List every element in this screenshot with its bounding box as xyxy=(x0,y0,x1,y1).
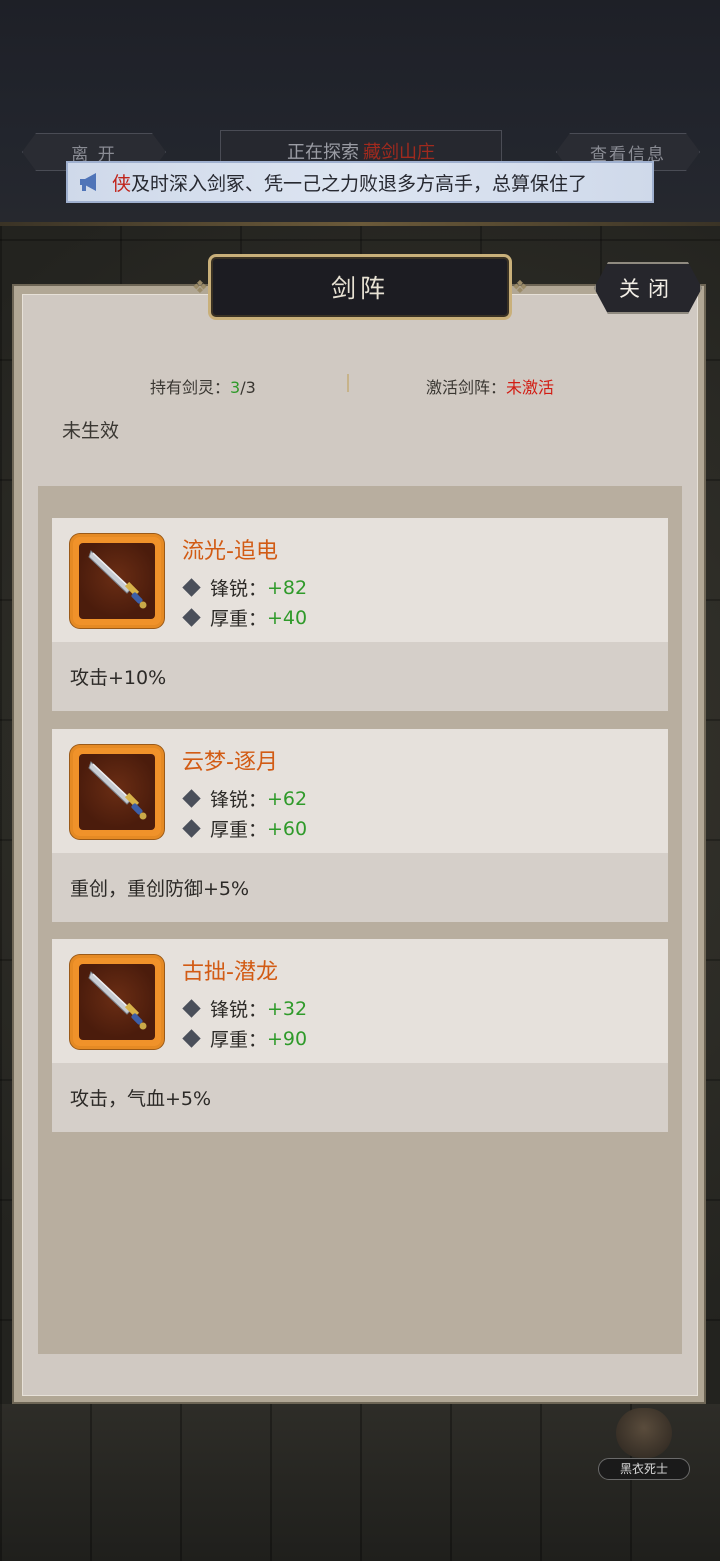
attr-sharpness: 锋锐： +82 xyxy=(182,574,307,601)
sword-name: 古拙-潜龙 xyxy=(182,960,278,985)
npc-name: 黑衣死士 xyxy=(598,1458,690,1480)
card-header: 云梦-逐月 锋锐： +62 厚重： +60 xyxy=(52,729,668,853)
title-ornament-right: ❖ xyxy=(511,277,529,298)
sword-card[interactable]: 云梦-逐月 锋锐： +62 厚重： +60 重创，重创防御+5% xyxy=(52,729,668,922)
sword-icon[interactable] xyxy=(70,745,164,839)
attr-value: +60 xyxy=(267,817,308,840)
broadcast-banner: 侠 及时深入剑冢、凭一己之力败退多方高手，总算保住了 xyxy=(66,161,654,203)
banner-speaker: 侠 xyxy=(112,172,132,195)
npc-marker[interactable]: 黑衣死士 xyxy=(598,1408,690,1480)
stat-divider xyxy=(347,374,349,392)
banner-message: 及时深入剑冢、凭一己之力败退多方高手，总算保住了 xyxy=(131,172,588,195)
activate-label: 激活剑阵： xyxy=(426,378,507,397)
effect-text: 攻击，气血+5% xyxy=(70,1088,212,1110)
effect-text: 攻击+10% xyxy=(70,667,167,689)
held-count: 3 xyxy=(230,378,241,397)
card-header: 流光-追电 锋锐： +82 厚重： +40 xyxy=(52,518,668,642)
activate-value: 未激活 xyxy=(506,378,555,397)
megaphone-icon xyxy=(80,173,96,191)
attr-value: +82 xyxy=(267,576,308,599)
card-effect: 攻击+10% xyxy=(52,642,668,711)
sword-name: 流光-追电 xyxy=(182,539,278,564)
diamond-icon xyxy=(182,819,201,838)
attr-sharpness: 锋锐： +62 xyxy=(182,785,307,812)
sword-card[interactable]: 古拙-潜龙 锋锐： +32 厚重： +90 攻击，气血+5% xyxy=(52,939,668,1132)
attr-value: +32 xyxy=(267,997,308,1020)
held-label: 持有剑灵： xyxy=(150,378,231,397)
attr-value: +90 xyxy=(267,1027,308,1050)
attr-label: 厚重： xyxy=(210,1029,268,1051)
card-effect: 重创，重创防御+5% xyxy=(52,853,668,922)
activate-status: 激活剑阵：未激活 xyxy=(426,374,554,398)
diamond-icon xyxy=(182,578,201,597)
attr-heft: 厚重： +90 xyxy=(182,1025,307,1052)
attr-label: 锋锐： xyxy=(210,578,268,600)
title-ornament-left: ❖ xyxy=(191,277,209,298)
card-header: 古拙-潜龙 锋锐： +32 厚重： +90 xyxy=(52,939,668,1063)
sword-icon[interactable] xyxy=(70,534,164,628)
attr-label: 锋锐： xyxy=(210,999,268,1021)
diamond-icon xyxy=(182,789,201,808)
close-label: 关闭 xyxy=(619,277,677,301)
effect-text: 重创，重创防御+5% xyxy=(70,878,250,900)
effect-status: 未生效 xyxy=(62,420,120,442)
attr-heft: 厚重： +40 xyxy=(182,604,307,631)
diamond-icon xyxy=(182,1029,201,1048)
diamond-icon xyxy=(182,608,201,627)
panel-title: 剑阵 xyxy=(208,254,512,320)
close-button[interactable]: 关闭 xyxy=(594,262,702,314)
attr-label: 锋锐： xyxy=(210,789,268,811)
diamond-icon xyxy=(182,999,201,1018)
sword-icon[interactable] xyxy=(70,955,164,1049)
attr-sharpness: 锋锐： +32 xyxy=(182,995,307,1022)
card-effect: 攻击，气血+5% xyxy=(52,1063,668,1132)
attr-value: +62 xyxy=(267,787,308,810)
attr-label: 厚重： xyxy=(210,608,268,630)
stats-row: 持有剑灵：3/3 激活剑阵：未激活 xyxy=(22,370,698,398)
sword-card[interactable]: 流光-追电 锋锐： +82 厚重： +40 攻击+10% xyxy=(52,518,668,711)
attr-label: 厚重： xyxy=(210,819,268,841)
held-total: /3 xyxy=(240,378,256,397)
attr-heft: 厚重： +60 xyxy=(182,815,307,842)
panel-title-text: 剑阵 xyxy=(330,274,389,303)
attr-value: +40 xyxy=(267,606,308,629)
held-spirits: 持有剑灵：3/3 xyxy=(150,374,256,398)
npc-avatar xyxy=(616,1408,672,1458)
sword-name: 云梦-逐月 xyxy=(182,750,278,775)
